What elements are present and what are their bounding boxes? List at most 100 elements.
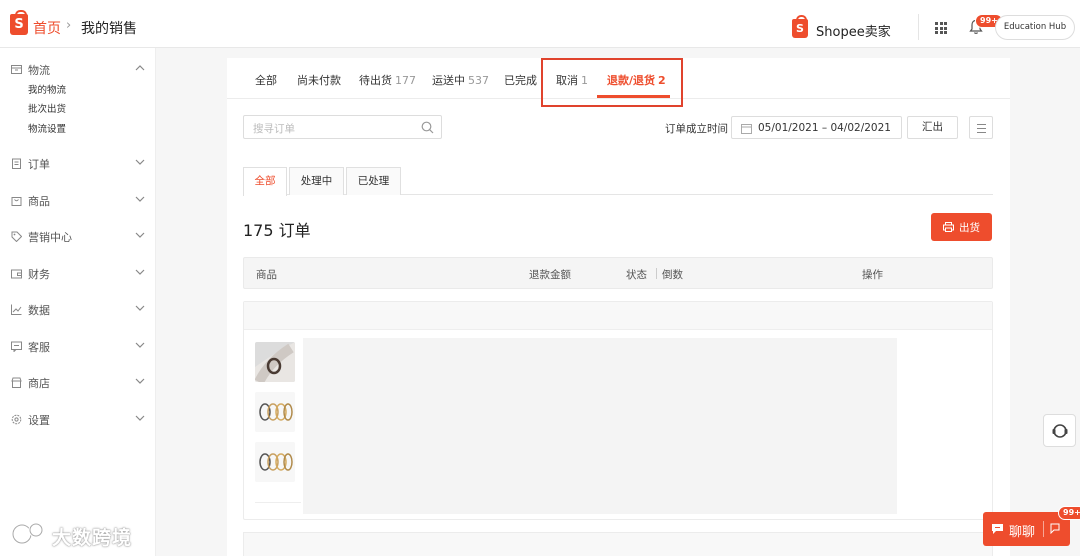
table-header: 商品 退款金额 状态 倒数 操作 (243, 257, 993, 289)
sidebar-item-logistics-settings[interactable]: 物流设置 (28, 121, 66, 135)
column-header-countdown: 倒数 (662, 269, 683, 281)
subtab-all[interactable]: 全部 (243, 167, 287, 196)
sidebar-section-label: 商店 (28, 377, 50, 390)
shopee-logo-icon[interactable]: S (10, 10, 28, 35)
sidebar-section-settings[interactable]: 设置 (11, 411, 147, 429)
chat-bubble-icon (11, 341, 22, 352)
sidebar-section-label: 客服 (28, 341, 50, 354)
column-header-refund-amount: 退款金额 (529, 269, 571, 281)
breadcrumb-separator: › (66, 18, 72, 33)
order-row-header (244, 302, 992, 330)
top-bar: S 首页 › 我的销售 S Shopee卖家 99+ Education Hub (0, 0, 1080, 48)
watermark-logo-icon (11, 522, 44, 545)
order-row[interactable] (243, 532, 993, 556)
sidebar-section-orders[interactable]: 订单 (11, 155, 147, 173)
sidebar-item-batch-ship[interactable]: 批次出货 (28, 101, 66, 115)
subtab-processed[interactable]: 已处理 (346, 167, 401, 195)
chevron-down-icon (135, 232, 145, 238)
list-menu-button[interactable] (969, 116, 993, 139)
gear-icon (11, 414, 22, 425)
gold-silver-rings-image (255, 392, 295, 432)
sidebar-section-label: 设置 (28, 414, 50, 427)
product-thumbnail[interactable] (255, 342, 295, 382)
tab-to-ship[interactable]: 待出货 177 (359, 72, 416, 88)
ring-on-finger-image (255, 342, 295, 382)
sidebar-section-label: 物流 (28, 64, 50, 77)
tab-all[interactable]: 全部 (255, 72, 277, 88)
chevron-down-icon (135, 305, 145, 311)
chevron-down-icon (135, 342, 145, 348)
column-header-status: 状态 (626, 269, 647, 281)
search-input[interactable]: 搜寻订单 (243, 115, 442, 139)
expand-window-icon[interactable] (1049, 522, 1061, 534)
wallet-icon (11, 269, 22, 279)
tab-shipping[interactable]: 运送中 537 (432, 72, 489, 88)
search-placeholder: 搜寻订单 (253, 123, 295, 135)
date-range-picker[interactable]: 05/01/2021 – 04/02/2021 (731, 116, 902, 139)
chevron-down-icon (135, 159, 145, 165)
order-count: 175 订单 (243, 221, 311, 240)
help-button[interactable] (1043, 414, 1076, 447)
ship-button-label: 出货 (959, 222, 980, 234)
chat-badge: 99+ (1058, 506, 1080, 520)
column-header-product: 商品 (256, 269, 277, 281)
sidebar: 物流 我的物流 批次出货 物流设置 订单 商品 营销中心 财务 数据 客服 商店… (0, 48, 156, 556)
product-thumbnail[interactable] (255, 392, 295, 432)
sidebar-section-logistics[interactable]: 物流 (11, 61, 147, 79)
shopee-seller-logo-icon: S (792, 15, 808, 38)
export-button[interactable]: 汇出 (907, 116, 958, 139)
sidebar-item-my-logistics[interactable]: 我的物流 (28, 82, 66, 96)
sidebar-section-products[interactable]: 商品 (11, 192, 147, 210)
gold-silver-rings-image (255, 442, 295, 482)
chevron-down-icon (135, 378, 145, 384)
printer-icon (943, 222, 954, 232)
date-range-value: 05/01/2021 – 04/02/2021 (758, 122, 891, 134)
orders-card: 全部 尚未付款 待出货 177 运送中 537 已完成 取消 1 退款/退货 2 搜寻订… (227, 58, 1010, 556)
box-icon (11, 65, 22, 74)
tab-unpaid[interactable]: 尚未付款 (297, 72, 341, 88)
clipboard-icon (12, 158, 21, 169)
order-row[interactable] (243, 301, 993, 520)
tab-completed[interactable]: 已完成 (504, 72, 537, 88)
chevron-down-icon (135, 415, 145, 421)
chat-button[interactable]: 聊聊 (983, 512, 1070, 546)
ship-button[interactable]: 出货 (931, 213, 992, 241)
chevron-down-icon (135, 269, 145, 275)
subtab-processing[interactable]: 处理中 (289, 167, 344, 195)
chat-label: 聊聊 (1009, 525, 1036, 540)
sidebar-section-shop[interactable]: 商店 (11, 374, 147, 392)
column-header-action: 操作 (862, 269, 883, 281)
sidebar-section-marketing[interactable]: 营销中心 (11, 228, 147, 246)
watermark-text: 大数跨境 (52, 527, 133, 549)
tag-icon (11, 231, 22, 242)
sidebar-section-label: 营销中心 (28, 231, 72, 244)
store-icon (11, 377, 22, 388)
sidebar-section-label: 订单 (28, 158, 50, 171)
highlight-annotation-box (541, 58, 683, 107)
chart-icon (11, 304, 22, 315)
chat-icon (992, 524, 1003, 534)
sidebar-section-label: 数据 (28, 304, 50, 317)
education-hub-button[interactable]: Education Hub (995, 15, 1075, 40)
breadcrumb-home[interactable]: 首页 (33, 18, 61, 38)
date-filter-label: 订单成立时间 (665, 123, 728, 135)
divider (255, 502, 301, 503)
chevron-down-icon (135, 196, 145, 202)
header-divider (918, 14, 919, 40)
search-icon[interactable] (421, 121, 434, 134)
column-divider (656, 268, 657, 279)
sidebar-section-label: 财务 (28, 268, 50, 281)
redacted-order-details (303, 338, 897, 514)
refund-subtabs: 全部 处理中 已处理 (243, 167, 993, 196)
sidebar-section-data[interactable]: 数据 (11, 301, 147, 319)
chevron-up-icon (135, 65, 145, 71)
sidebar-section-finance[interactable]: 财务 (11, 265, 147, 283)
sidebar-section-customer-service[interactable]: 客服 (11, 338, 147, 356)
apps-grid-icon[interactable] (935, 22, 947, 34)
bag-icon (11, 197, 22, 206)
page-title: 我的销售 (81, 21, 137, 37)
chat-divider (1043, 521, 1044, 537)
watermark: 大数跨境 (8, 520, 148, 550)
seller-brand: Shopee卖家 (816, 25, 891, 40)
product-thumbnail[interactable] (255, 442, 295, 482)
